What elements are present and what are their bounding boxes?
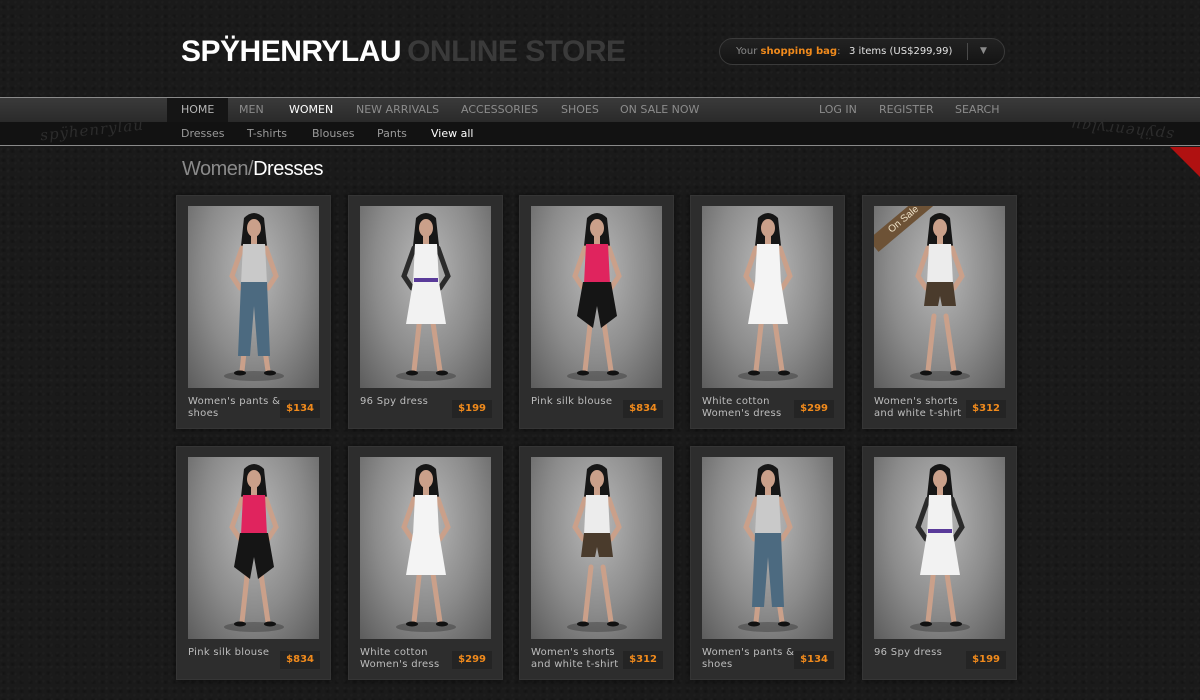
- product-photo[interactable]: [360, 206, 491, 388]
- product-price: $299: [452, 651, 492, 669]
- product-photo[interactable]: [531, 457, 662, 639]
- product-name[interactable]: Pink silk blouse: [188, 647, 283, 659]
- product-name[interactable]: White cotton Women's dress: [702, 396, 797, 420]
- product-photo[interactable]: [188, 206, 319, 388]
- product-card[interactable]: On Sale Women's shorts and white t-shirt…: [862, 195, 1017, 429]
- product-price: $199: [966, 651, 1006, 669]
- shopping-bag-summary: 3 items (US$299,99): [849, 46, 953, 57]
- chevron-down-icon[interactable]: ▼: [980, 39, 987, 64]
- product-price: $834: [623, 400, 663, 418]
- product-name[interactable]: Women's pants & shoes: [188, 396, 283, 420]
- model-figure: [738, 213, 798, 381]
- breadcrumb: Women/Dresses: [182, 158, 323, 181]
- shopping-bag-label: Your shopping bag:: [736, 46, 841, 57]
- logo-tagline: ONLINE STORE: [407, 35, 626, 68]
- nav-on-sale-now[interactable]: ON SALE NOW: [620, 98, 699, 122]
- sub-navigation-bar: [0, 122, 1200, 145]
- product-photo[interactable]: [360, 457, 491, 639]
- nav-shoes[interactable]: SHOES: [561, 98, 599, 122]
- model-figure: [224, 464, 284, 632]
- model-figure: [224, 213, 284, 381]
- product-price: $312: [966, 400, 1006, 418]
- model-figure: [396, 464, 456, 632]
- subnav-pants[interactable]: Pants: [377, 122, 407, 145]
- product-price: $312: [623, 651, 663, 669]
- product-name[interactable]: Women's pants & shoes: [702, 647, 797, 671]
- product-card[interactable]: White cotton Women's dress $299: [690, 195, 845, 429]
- model-figure: [910, 464, 970, 632]
- nav-accessories[interactable]: ACCESSORIES: [461, 98, 538, 122]
- product-card[interactable]: 96 Spy dress $199: [862, 446, 1017, 680]
- product-name[interactable]: White cotton Women's dress: [360, 647, 455, 671]
- product-card[interactable]: 96 Spy dress $199: [348, 195, 503, 429]
- product-card[interactable]: Women's shorts and white t-shirt $312: [519, 446, 674, 680]
- nav-women[interactable]: WOMEN: [289, 98, 333, 122]
- product-photo[interactable]: [531, 206, 662, 388]
- product-price: $134: [280, 400, 320, 418]
- nav-search[interactable]: SEARCH: [955, 98, 1000, 122]
- nav-register[interactable]: REGISTER: [879, 98, 934, 122]
- model-figure: [567, 464, 627, 632]
- product-card[interactable]: Women's pants & shoes $134: [690, 446, 845, 680]
- subnav-blouses[interactable]: Blouses: [312, 122, 355, 145]
- product-price: $134: [794, 651, 834, 669]
- shopping-bag-link[interactable]: shopping bag: [761, 46, 838, 57]
- subnav-dresses[interactable]: Dresses: [181, 122, 224, 145]
- nav-log-in[interactable]: LOG IN: [819, 98, 857, 122]
- product-card[interactable]: Pink silk blouse $834: [176, 446, 331, 680]
- product-photo[interactable]: [702, 206, 833, 388]
- product-name[interactable]: 96 Spy dress: [874, 647, 969, 659]
- product-photo[interactable]: [874, 457, 1005, 639]
- nav-men[interactable]: MEN: [239, 98, 264, 122]
- nav-home[interactable]: HOME: [167, 98, 229, 122]
- product-price: $299: [794, 400, 834, 418]
- subnav-view-all[interactable]: View all: [431, 122, 473, 145]
- product-card[interactable]: Pink silk blouse $834: [519, 195, 674, 429]
- product-price: $834: [280, 651, 320, 669]
- product-photo[interactable]: On Sale: [874, 206, 1005, 388]
- product-price: $199: [452, 400, 492, 418]
- nav-border-bottom: [0, 145, 1200, 146]
- breadcrumb-current: Dresses: [253, 158, 323, 180]
- store-logo[interactable]: SPŸHENRYLAU ONLINE STORE: [181, 34, 626, 70]
- product-name[interactable]: Women's shorts and white t-shirt: [531, 647, 626, 671]
- breadcrumb-parent[interactable]: Women: [182, 158, 249, 180]
- product-photo[interactable]: [188, 457, 319, 639]
- corner-ribbon: [1170, 147, 1200, 177]
- product-name[interactable]: 96 Spy dress: [360, 396, 455, 408]
- divider: [967, 43, 968, 60]
- product-name[interactable]: Pink silk blouse: [531, 396, 626, 408]
- model-figure: [567, 213, 627, 381]
- shopping-bag-widget[interactable]: Your shopping bag: 3 items (US$299,99) ▼: [719, 38, 1005, 65]
- nav-new-arrivals[interactable]: NEW ARRIVALS: [356, 98, 439, 122]
- product-photo[interactable]: [702, 457, 833, 639]
- product-card[interactable]: Women's pants & shoes $134: [176, 195, 331, 429]
- product-name[interactable]: Women's shorts and white t-shirt: [874, 396, 969, 420]
- model-figure: [738, 464, 798, 632]
- subnav-t-shirts[interactable]: T-shirts: [247, 122, 287, 145]
- model-figure: [396, 213, 456, 381]
- product-card[interactable]: White cotton Women's dress $299: [348, 446, 503, 680]
- logo-brand: SPŸHENRYLAU: [181, 35, 402, 68]
